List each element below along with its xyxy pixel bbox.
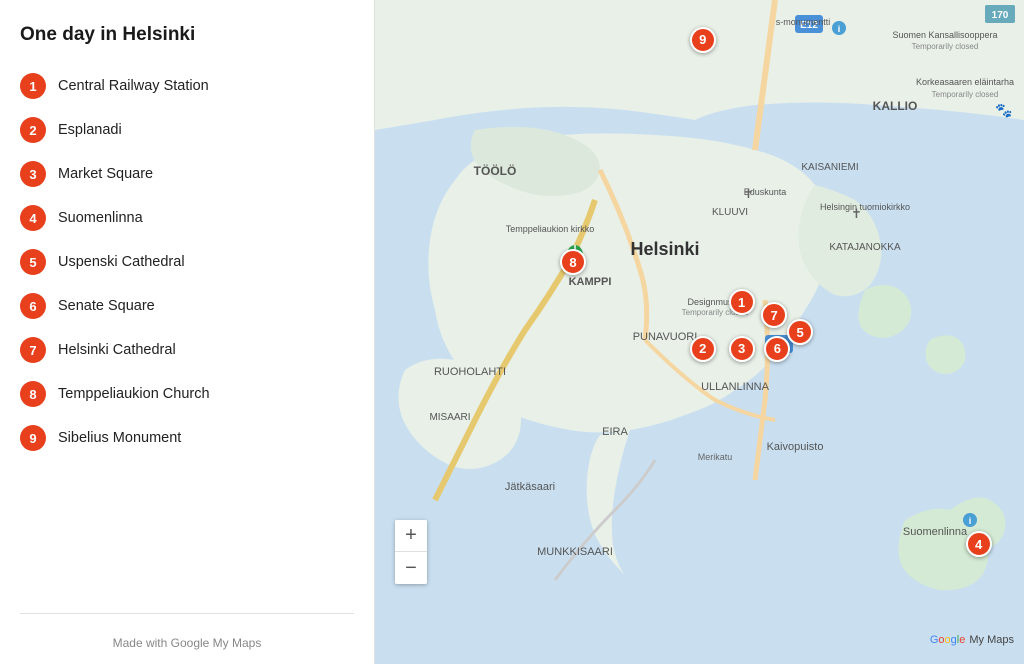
place-name-6: Senate Square [58,298,155,314]
map-pin-8[interactable]: 8 [560,249,586,275]
place-item-7[interactable]: 7 Helsinki Cathedral [20,328,354,372]
svg-text:Temporarily closed: Temporarily closed [912,42,979,51]
svg-text:170: 170 [992,10,1009,21]
place-name-1: Central Railway Station [58,78,209,94]
svg-text:EIRA: EIRA [602,426,628,438]
svg-text:ULLANLINNA: ULLANLINNA [701,381,770,393]
map-pin-5[interactable]: 5 [787,319,813,345]
place-name-3: Market Square [58,166,153,182]
place-name-4: Suomenlinna [58,210,143,226]
svg-text:Suomen Kansallisooppera: Suomen Kansallisooppera [892,30,997,40]
svg-text:i: i [838,24,841,34]
map-pin-9[interactable]: 9 [690,27,716,53]
place-list: 1 Central Railway Station 2 Esplanadi 3 Marke… [20,64,354,603]
svg-text:KATAJANOKKA: KATAJANOKKA [829,242,901,253]
svg-text:RUOHOLAHTI: RUOHOLAHTI [434,366,506,378]
place-item-6[interactable]: 6 Senate Square [20,284,354,328]
place-badge-2: 2 [20,117,46,143]
my-maps-text: My Maps [969,634,1014,646]
place-name-7: Helsinki Cathedral [58,342,176,358]
place-badge-5: 5 [20,249,46,275]
zoom-in-button[interactable]: + [395,520,427,552]
svg-text:✝: ✝ [743,186,754,201]
place-item-8[interactable]: 8 Temppeliaukion Church [20,372,354,416]
place-name-9: Sibelius Monument [58,430,181,446]
google-g-red2: e [959,634,965,646]
svg-text:MUNKKISAARI: MUNKKISAARI [537,546,613,558]
svg-text:✝: ✝ [851,206,862,221]
google-text: Google [930,634,966,646]
svg-text:MISAARI: MISAARI [429,412,470,423]
svg-text:TÖÖLÖ: TÖÖLÖ [474,163,517,178]
place-item-9[interactable]: 9 Sibelius Monument [20,416,354,460]
map-pin-2[interactable]: 2 [690,336,716,362]
place-badge-1: 1 [20,73,46,99]
place-item-2[interactable]: 2 Esplanadi [20,108,354,152]
map-pin-7[interactable]: 7 [761,302,787,328]
svg-text:s-monumentti: s-monumentti [776,17,831,27]
svg-text:🐾: 🐾 [995,102,1012,119]
sidebar: One day in Helsinki 1 Central Railway Sta… [0,0,375,664]
place-name-8: Temppeliaukion Church [58,386,210,402]
svg-text:KALLIO: KALLIO [873,99,918,113]
google-logo: Google My Maps [930,634,1014,646]
svg-text:Jätkäsaari: Jätkäsaari [505,481,555,493]
map-pin-3[interactable]: 3 [729,336,755,362]
svg-text:Temppeliaukion kirkko: Temppeliaukion kirkko [506,224,595,234]
svg-text:Helsinki: Helsinki [630,239,699,259]
place-item-3[interactable]: 3 Market Square [20,152,354,196]
svg-text:Kaivopuisto: Kaivopuisto [767,441,824,453]
divider [20,613,354,614]
place-name-5: Uspenski Cathedral [58,254,185,270]
map-pin-6[interactable]: 6 [764,336,790,362]
place-badge-7: 7 [20,337,46,363]
zoom-out-button[interactable]: − [395,552,427,584]
place-badge-4: 4 [20,205,46,231]
place-badge-8: 8 [20,381,46,407]
svg-text:i: i [969,516,972,526]
svg-text:Korkeasaaren eläintarha: Korkeasaaren eläintarha [916,77,1014,87]
place-name-2: Esplanadi [58,122,122,138]
place-badge-6: 6 [20,293,46,319]
map-controls: + − [395,520,427,584]
place-badge-9: 9 [20,425,46,451]
svg-text:KAMPPI: KAMPPI [569,276,612,288]
svg-text:Temporarily closed: Temporarily closed [932,90,999,99]
svg-text:Suomenlinna: Suomenlinna [903,526,968,538]
map-pin-4[interactable]: 4 [966,531,992,557]
place-badge-3: 3 [20,161,46,187]
map-pin-1[interactable]: 1 [729,289,755,315]
place-item-1[interactable]: 1 Central Railway Station [20,64,354,108]
sidebar-footer: Made with Google My Maps [20,624,354,664]
svg-text:PUNAVUORI: PUNAVUORI [633,331,698,343]
place-item-4[interactable]: 4 Suomenlinna [20,196,354,240]
svg-text:KLUUVI: KLUUVI [712,207,748,218]
page-title: One day in Helsinki [20,24,354,46]
svg-text:Helsingin tuomiokirkko: Helsingin tuomiokirkko [820,202,910,212]
map-area: E12 170 TÖÖLÖ KALLIO KAISANIEMI KAMPPI K… [375,0,1024,664]
svg-text:KAISANIEMI: KAISANIEMI [801,162,858,173]
svg-text:Merikatu: Merikatu [698,452,733,462]
place-item-5[interactable]: 5 Uspenski Cathedral [20,240,354,284]
